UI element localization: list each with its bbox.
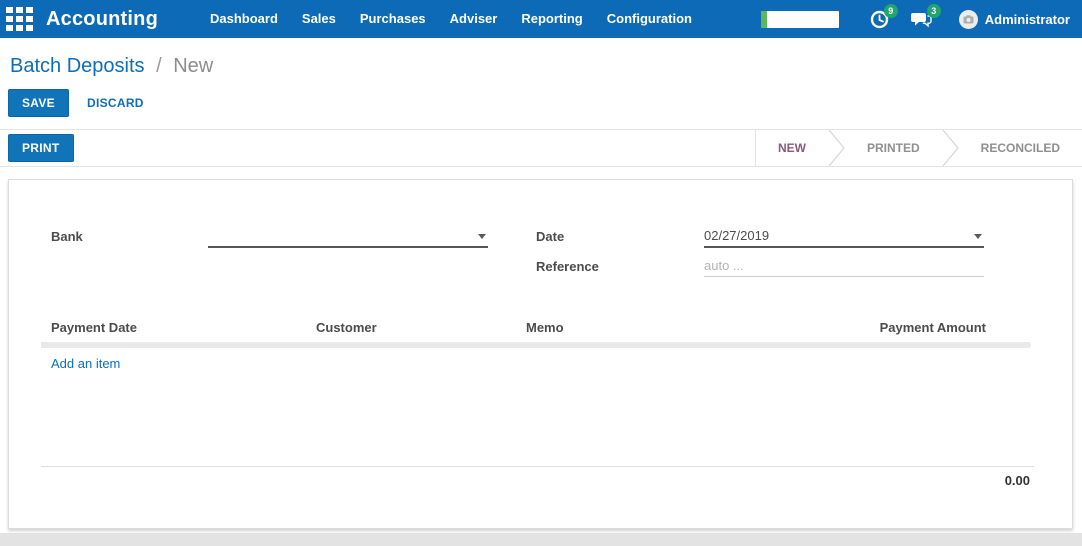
column-payment-amount[interactable]: Payment Amount bbox=[830, 320, 1030, 335]
apps-grid-icon bbox=[5, 7, 33, 31]
column-customer[interactable]: Customer bbox=[316, 320, 526, 335]
user-name: Administrator bbox=[984, 11, 1070, 27]
top-navbar: Accounting Dashboard Sales Purchases Adv… bbox=[0, 0, 1082, 38]
column-memo[interactable]: Memo bbox=[526, 320, 830, 335]
bank-input[interactable] bbox=[208, 226, 488, 246]
discard-button[interactable]: DISCARD bbox=[87, 96, 144, 110]
menu-purchases[interactable]: Purchases bbox=[348, 0, 438, 38]
main-menu: Dashboard Sales Purchases Adviser Report… bbox=[198, 0, 704, 38]
form-action-row: SAVE DISCARD bbox=[8, 89, 1082, 117]
date-label: Date bbox=[536, 229, 565, 244]
page: Accounting Dashboard Sales Purchases Adv… bbox=[0, 0, 1082, 533]
sheet-area: Bank Date 02/27/2019 Reference auto ... … bbox=[0, 167, 1082, 529]
user-menu[interactable]: Administrator bbox=[958, 9, 1070, 29]
apps-menu-button[interactable] bbox=[0, 0, 38, 38]
reference-input[interactable] bbox=[704, 256, 984, 276]
save-button[interactable]: SAVE bbox=[8, 89, 69, 117]
camera-icon bbox=[963, 14, 974, 23]
form-fields: Bank Date 02/27/2019 Reference auto ... bbox=[9, 226, 1072, 286]
status-pipeline: NEW PRINTED RECONCILED bbox=[754, 130, 1082, 166]
date-input[interactable] bbox=[704, 226, 984, 246]
chevron-separator-icon bbox=[942, 130, 959, 166]
reference-label: Reference bbox=[536, 259, 599, 274]
table-header-divider bbox=[41, 342, 1031, 348]
status-printed[interactable]: PRINTED bbox=[845, 130, 942, 166]
activities-badge: 9 bbox=[883, 3, 898, 18]
menu-dashboard[interactable]: Dashboard bbox=[198, 0, 290, 38]
breadcrumb-batch-deposits[interactable]: Batch Deposits bbox=[10, 55, 145, 77]
bank-label: Bank bbox=[51, 229, 83, 244]
total-amount: 0.00 bbox=[1004, 473, 1030, 488]
status-reconciled[interactable]: RECONCILED bbox=[959, 130, 1082, 166]
menu-sales[interactable]: Sales bbox=[290, 0, 348, 38]
table-header-row: Payment Date Customer Memo Payment Amoun… bbox=[9, 316, 1072, 338]
payment-lines-table: Payment Date Customer Memo Payment Amoun… bbox=[9, 316, 1072, 373]
planner-progress-fill bbox=[760, 10, 767, 28]
reference-field bbox=[704, 256, 984, 277]
menu-adviser[interactable]: Adviser bbox=[438, 0, 510, 38]
add-an-item-link[interactable]: Add an item bbox=[9, 348, 120, 371]
total-block: 0.00 bbox=[9, 466, 1072, 488]
messages-button[interactable]: 3 bbox=[910, 3, 941, 29]
systray: 9 3 Administrator bbox=[760, 3, 1082, 29]
print-button[interactable]: PRINT bbox=[8, 134, 74, 162]
breadcrumb: Batch Deposits / New bbox=[0, 38, 1082, 79]
planner-progress-bar[interactable] bbox=[760, 10, 839, 28]
date-field bbox=[704, 226, 984, 248]
dropdown-caret-icon[interactable] bbox=[974, 234, 982, 239]
form-sheet: Bank Date 02/27/2019 Reference auto ... … bbox=[8, 179, 1073, 529]
breadcrumb-current: New bbox=[173, 55, 214, 77]
app-title[interactable]: Accounting bbox=[46, 8, 158, 31]
chevron-separator-icon bbox=[828, 130, 845, 166]
messages-badge: 3 bbox=[926, 3, 941, 18]
control-row: PRINT NEW PRINTED RECONCILED bbox=[0, 129, 1082, 167]
menu-reporting[interactable]: Reporting bbox=[509, 0, 594, 38]
activities-button[interactable]: 9 bbox=[870, 3, 898, 29]
breadcrumb-separator: / bbox=[156, 55, 162, 77]
form-left-column: Bank bbox=[51, 226, 488, 286]
menu-configuration[interactable]: Configuration bbox=[595, 0, 704, 38]
bank-field bbox=[208, 226, 488, 248]
form-right-column: Date Reference bbox=[536, 226, 991, 286]
column-payment-date[interactable]: Payment Date bbox=[51, 320, 316, 335]
avatar bbox=[958, 9, 978, 29]
status-new[interactable]: NEW bbox=[756, 130, 828, 166]
dropdown-caret-icon[interactable] bbox=[478, 234, 486, 239]
